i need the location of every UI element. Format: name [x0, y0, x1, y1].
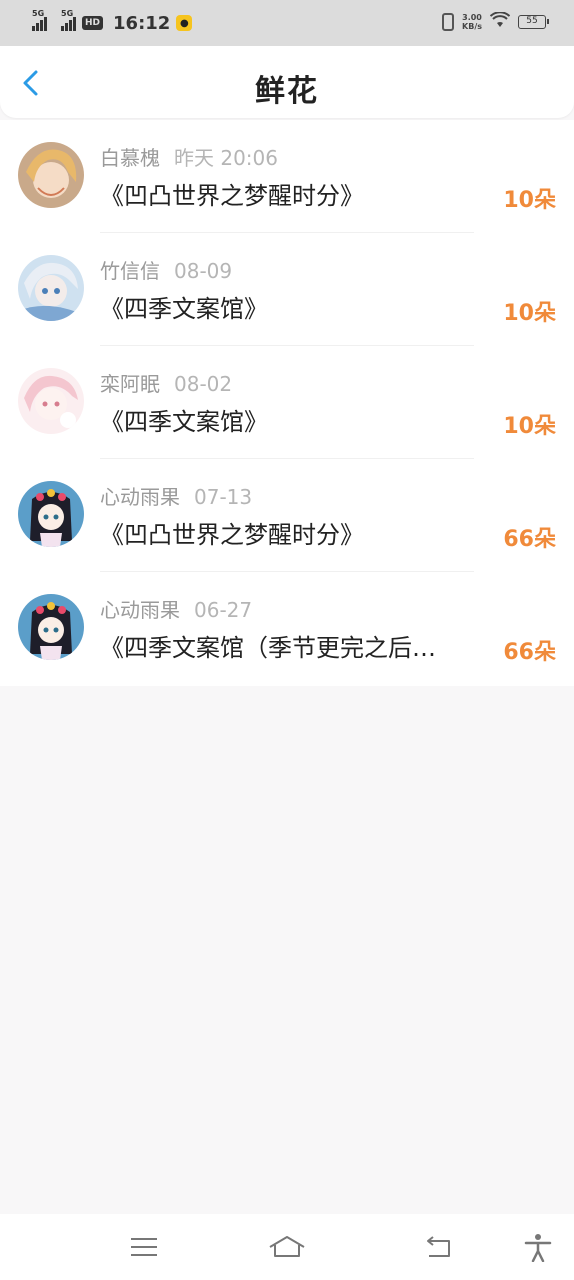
- record-date: 07-13: [194, 485, 253, 509]
- header: 鲜花: [0, 46, 574, 118]
- flower-count: 10朵: [503, 301, 556, 326]
- user-name: 心动雨果: [100, 485, 180, 509]
- signal-icon: 5G: [32, 9, 47, 31]
- book-title: 《四季文案馆》: [100, 408, 268, 436]
- flower-count: 10朵: [503, 188, 556, 213]
- avatar[interactable]: [18, 368, 84, 434]
- accessibility-icon[interactable]: [523, 1232, 553, 1262]
- page-title: 鲜花: [255, 74, 319, 109]
- list-item[interactable]: 心动雨果 07-13 《凹凸世界之梦醒时分》 66朵: [0, 459, 574, 572]
- book-title: 《凹凸世界之梦醒时分》: [100, 182, 364, 210]
- flower-record-list: 白慕槐 昨天 20:06 《凹凸世界之梦醒时分》 10朵 竹信信 08-09 《四季…: [0, 120, 574, 686]
- user-name: 栾阿眠: [100, 372, 160, 396]
- home-icon[interactable]: [268, 1232, 306, 1262]
- flower-count: 66朵: [503, 640, 556, 665]
- app-notification-icon: ●: [176, 15, 193, 31]
- clock: 16:12: [113, 12, 171, 34]
- user-name: 白慕槐: [100, 146, 160, 170]
- system-navigation-bar: [0, 1214, 574, 1280]
- vibrate-icon: [442, 13, 455, 31]
- avatar[interactable]: [18, 255, 84, 321]
- battery-icon: 55: [518, 15, 549, 29]
- hd-icon: HD: [82, 16, 104, 30]
- flower-count: 66朵: [503, 527, 556, 552]
- network-speed: 3.00 KB/s: [462, 13, 482, 31]
- book-title: 《凹凸世界之梦醒时分》: [100, 521, 364, 549]
- list-item[interactable]: 白慕槐 昨天 20:06 《凹凸世界之梦醒时分》 10朵: [0, 120, 574, 233]
- list-item[interactable]: 心动雨果 06-27 《四季文案馆（季节更完之后… 66朵: [0, 572, 574, 685]
- menu-icon[interactable]: [129, 1232, 159, 1262]
- list-item[interactable]: 竹信信 08-09 《四季文案馆》 10朵: [0, 233, 574, 346]
- user-name: 竹信信: [100, 259, 160, 283]
- record-date: 08-09: [174, 259, 233, 283]
- avatar[interactable]: [18, 481, 84, 547]
- record-date: 08-02: [174, 372, 233, 396]
- book-title: 《四季文案馆》: [100, 295, 268, 323]
- book-title: 《四季文案馆（季节更完之后…: [100, 634, 436, 662]
- flower-count: 10朵: [503, 414, 556, 439]
- record-date: 06-27: [194, 598, 253, 622]
- user-name: 心动雨果: [100, 598, 180, 622]
- back-icon[interactable]: [423, 1232, 453, 1262]
- wifi-icon: [489, 11, 511, 32]
- record-date: 昨天 20:06: [174, 146, 278, 170]
- signal-icon: 5G: [61, 9, 76, 31]
- avatar[interactable]: [18, 142, 84, 208]
- avatar[interactable]: [18, 594, 84, 660]
- list-item[interactable]: 栾阿眠 08-02 《四季文案馆》 10朵: [0, 346, 574, 459]
- status-bar: 5G 5G HD 16:12 ● 3.00 KB/s 55: [0, 0, 574, 46]
